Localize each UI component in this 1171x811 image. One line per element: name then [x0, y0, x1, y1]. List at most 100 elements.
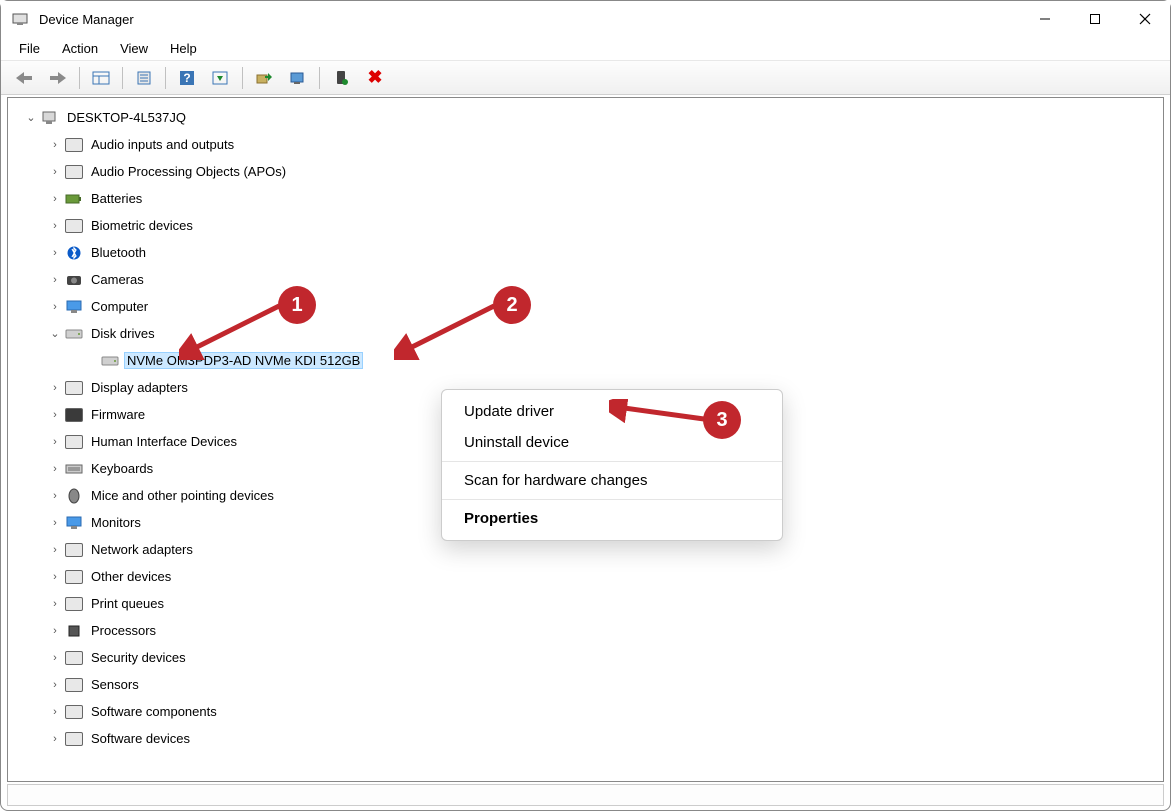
chevron-right-icon[interactable]: ›	[46, 490, 64, 502]
chevron-right-icon[interactable]: ›	[46, 706, 64, 718]
app-icon	[11, 10, 29, 28]
toolbar-separator	[242, 67, 243, 89]
back-button[interactable]	[8, 64, 40, 92]
tree-item-other[interactable]: ›Other devices	[12, 563, 1163, 590]
camera-icon	[64, 270, 84, 290]
mouse-icon	[64, 486, 84, 506]
uninstall-device-button[interactable]: ✖	[359, 64, 391, 92]
ctx-separator	[442, 499, 782, 500]
chevron-right-icon[interactable]: ›	[46, 598, 64, 610]
chevron-right-icon[interactable]: ›	[46, 463, 64, 475]
speaker-icon	[64, 135, 84, 155]
chevron-right-icon[interactable]: ›	[46, 409, 64, 421]
tree-item-audio-inputs[interactable]: ›Audio inputs and outputs	[12, 131, 1163, 158]
toolbar-separator	[319, 67, 320, 89]
monitor-icon	[64, 297, 84, 317]
software-icon	[64, 729, 84, 749]
tree-item-software-devices[interactable]: ›Software devices	[12, 725, 1163, 752]
computer-icon	[40, 108, 60, 128]
statusbar	[7, 784, 1164, 806]
toolbar: ? ✖	[1, 61, 1170, 95]
ctx-scan-hardware[interactable]: Scan for hardware changes	[442, 465, 782, 496]
ctx-properties[interactable]: Properties	[442, 503, 782, 534]
chip-icon	[64, 405, 84, 425]
callout-badge-2: 2	[493, 286, 531, 324]
close-button[interactable]	[1120, 1, 1170, 37]
chevron-right-icon[interactable]: ›	[46, 571, 64, 583]
hid-icon	[64, 432, 84, 452]
menubar: File Action View Help	[1, 37, 1170, 61]
keyboard-icon	[64, 459, 84, 479]
chevron-right-icon[interactable]: ›	[46, 436, 64, 448]
show-hide-console-button[interactable]	[85, 64, 117, 92]
window-title: Device Manager	[39, 12, 134, 27]
chevron-right-icon[interactable]: ›	[46, 517, 64, 529]
chevron-right-icon[interactable]: ›	[46, 301, 64, 313]
chevron-down-icon[interactable]: ⌄	[22, 111, 40, 124]
chevron-down-icon[interactable]: ⌄	[46, 327, 64, 340]
tree-item-software-components[interactable]: ›Software components	[12, 698, 1163, 725]
tree-item-audio-processing[interactable]: ›Audio Processing Objects (APOs)	[12, 158, 1163, 185]
security-icon	[64, 648, 84, 668]
chevron-right-icon[interactable]: ›	[46, 274, 64, 286]
scan-hardware-button[interactable]	[282, 64, 314, 92]
disk-drive-icon	[100, 351, 120, 371]
callout-arrow-3	[609, 399, 709, 429]
ctx-separator	[442, 461, 782, 462]
tree-item-cameras[interactable]: ›Cameras	[12, 266, 1163, 293]
chevron-right-icon[interactable]: ›	[46, 139, 64, 151]
chevron-right-icon[interactable]: ›	[46, 166, 64, 178]
callout-badge-1: 1	[278, 286, 316, 324]
menu-action[interactable]: Action	[52, 39, 108, 58]
callout-badge-3: 3	[703, 401, 741, 439]
chevron-right-icon[interactable]: ›	[46, 382, 64, 394]
tree-root-label: DESKTOP-4L537JQ	[64, 109, 189, 126]
update-driver-button[interactable]	[248, 64, 280, 92]
chevron-right-icon[interactable]: ›	[46, 679, 64, 691]
sensor-icon	[64, 675, 84, 695]
chevron-right-icon[interactable]: ›	[46, 193, 64, 205]
menu-view[interactable]: View	[110, 39, 158, 58]
tree-item-biometric[interactable]: ›Biometric devices	[12, 212, 1163, 239]
cpu-icon	[64, 621, 84, 641]
display-icon	[64, 378, 84, 398]
chevron-right-icon[interactable]: ›	[46, 544, 64, 556]
callout-arrow-2	[394, 301, 504, 361]
tree-item-bluetooth[interactable]: ›Bluetooth	[12, 239, 1163, 266]
enable-device-button[interactable]	[325, 64, 357, 92]
tree-item-sensors[interactable]: ›Sensors	[12, 671, 1163, 698]
titlebar: Device Manager	[1, 1, 1170, 37]
tree-item-security[interactable]: ›Security devices	[12, 644, 1163, 671]
toolbar-separator	[122, 67, 123, 89]
monitor-icon	[64, 513, 84, 533]
toolbar-separator	[165, 67, 166, 89]
menu-help[interactable]: Help	[160, 39, 207, 58]
fingerprint-icon	[64, 216, 84, 236]
chevron-right-icon[interactable]: ›	[46, 220, 64, 232]
disk-drive-icon	[64, 324, 84, 344]
callout-arrow-1	[179, 301, 289, 361]
chevron-right-icon[interactable]: ›	[46, 625, 64, 637]
chevron-right-icon[interactable]: ›	[46, 733, 64, 745]
tree-item-batteries[interactable]: ›Batteries	[12, 185, 1163, 212]
menu-file[interactable]: File	[9, 39, 50, 58]
chevron-right-icon[interactable]: ›	[46, 247, 64, 259]
chevron-right-icon[interactable]: ›	[46, 652, 64, 664]
properties-button[interactable]	[128, 64, 160, 92]
unknown-device-icon	[64, 567, 84, 587]
speaker-icon	[64, 162, 84, 182]
help-button[interactable]: ?	[171, 64, 203, 92]
maximize-button[interactable]	[1070, 1, 1120, 37]
bluetooth-icon	[64, 243, 84, 263]
minimize-button[interactable]	[1020, 1, 1070, 37]
tree-item-processors[interactable]: ›Processors	[12, 617, 1163, 644]
tree-root[interactable]: ⌄ DESKTOP-4L537JQ	[12, 104, 1163, 131]
action-button[interactable]	[205, 64, 237, 92]
network-icon	[64, 540, 84, 560]
battery-icon	[64, 189, 84, 209]
printer-icon	[64, 594, 84, 614]
toolbar-separator	[79, 67, 80, 89]
window-controls	[1020, 1, 1170, 37]
forward-button[interactable]	[42, 64, 74, 92]
tree-item-print-queues[interactable]: ›Print queues	[12, 590, 1163, 617]
